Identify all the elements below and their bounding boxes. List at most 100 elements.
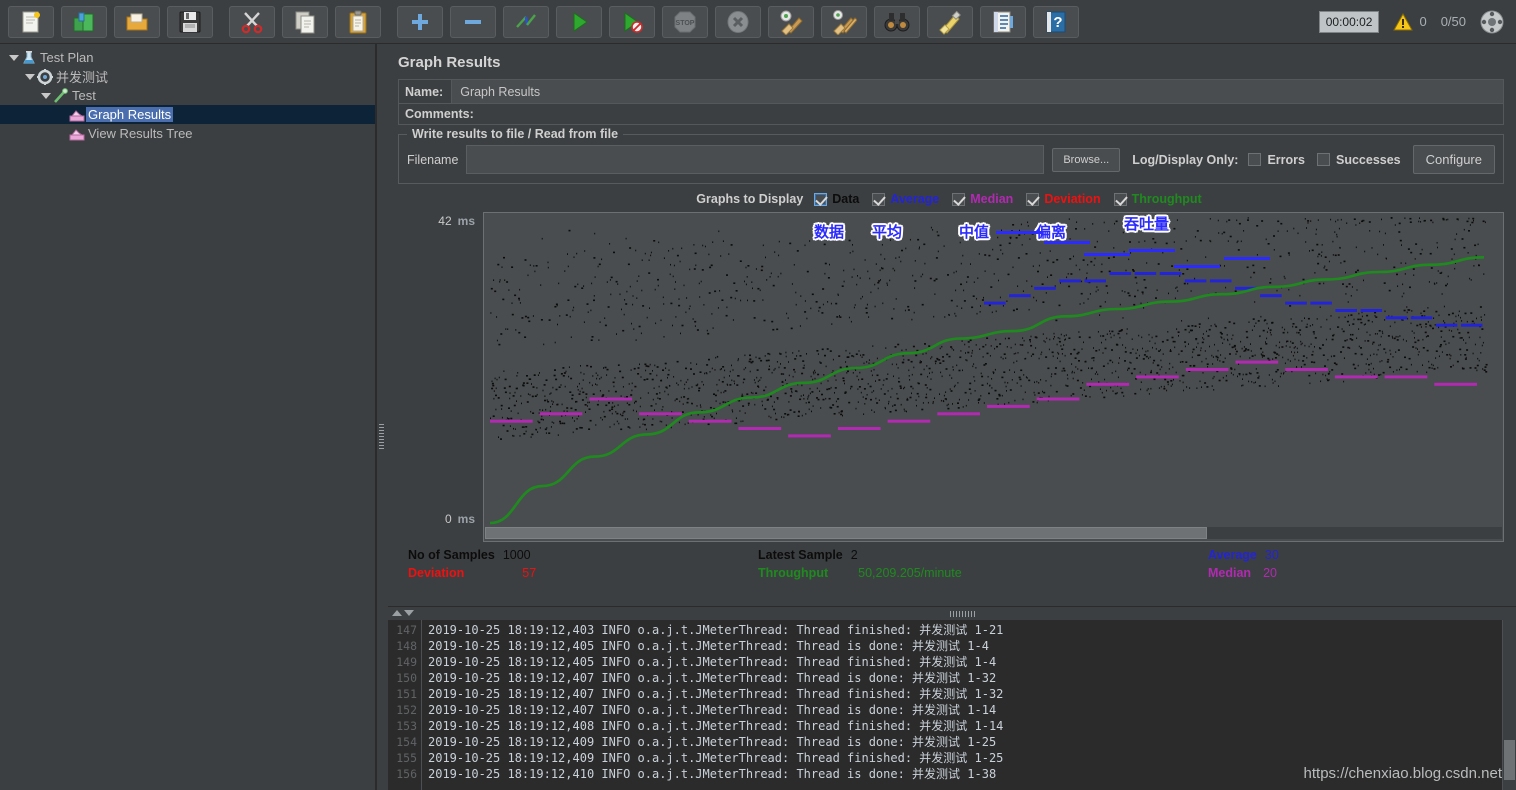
comments-input[interactable] [477, 104, 1503, 124]
tree-expand-arrow-icon[interactable] [22, 70, 36, 84]
expand-all-button[interactable] [397, 5, 443, 38]
graph-toggle-throughput[interactable]: Throughput [1113, 192, 1202, 206]
tree-expand-arrow-icon[interactable] [38, 89, 52, 103]
graph-toggle-label-median: Median [970, 192, 1014, 206]
splitter-grip [379, 424, 384, 450]
listener-icon [69, 128, 85, 140]
collapse-up-arrow-icon[interactable] [392, 610, 402, 616]
log-line: 2019-10-25 18:19:12,403 INFO o.a.j.t.JMe… [428, 623, 1004, 637]
connection-dots-icon[interactable] [1480, 10, 1504, 34]
tree-item-并发测试[interactable]: 并发测试 [0, 67, 375, 86]
templates-button[interactable] [61, 5, 107, 38]
checkbox-throughput[interactable] [1113, 192, 1127, 206]
configure-button[interactable]: Configure [1412, 145, 1495, 174]
tree-item-view-results-tree[interactable]: View Results Tree [0, 124, 375, 143]
open-button[interactable] [114, 5, 160, 38]
broom-gear-icon [780, 10, 803, 35]
stat-median: Median 20 [1208, 566, 1277, 580]
tree-item-graph-results[interactable]: Graph Results [0, 105, 375, 124]
start-button[interactable] [556, 5, 602, 38]
checkbox-median[interactable] [952, 192, 966, 206]
stop-button[interactable]: STOP [662, 5, 708, 38]
brush-icon [939, 10, 961, 35]
play-icon [573, 11, 588, 32]
annotation-underline [1174, 265, 1220, 268]
save-button[interactable] [167, 5, 213, 38]
collapse-down-arrow-icon[interactable] [404, 610, 414, 616]
open-folder-icon [126, 13, 148, 30]
clear-all-button[interactable] [821, 5, 867, 38]
checkbox-data[interactable] [814, 192, 828, 206]
warning-triangle-icon [1393, 12, 1414, 30]
tree-item-test[interactable]: Test [0, 86, 375, 105]
comments-row: Comments: [398, 103, 1504, 125]
log-line: 2019-10-25 18:19:12,407 INFO o.a.j.t.JMe… [428, 671, 997, 685]
tree-item-icon [68, 107, 86, 123]
collapse-all-button[interactable] [450, 5, 496, 38]
log-line: 2019-10-25 18:19:12,410 INFO o.a.j.t.JMe… [428, 767, 997, 781]
help-button[interactable]: ? [1033, 5, 1079, 38]
cut-button[interactable] [229, 5, 275, 38]
copy-button[interactable] [282, 5, 328, 38]
reset-search-button[interactable] [927, 5, 973, 38]
tree-item-icon [52, 87, 70, 104]
log-line: 2019-10-25 18:19:12,407 INFO o.a.j.t.JMe… [428, 703, 997, 717]
function-helper-button[interactable] [980, 5, 1026, 38]
checkbox-deviation[interactable] [1026, 192, 1040, 206]
graph-toggle-deviation[interactable]: Deviation [1026, 192, 1101, 206]
y-axis-min: 0 ms [445, 512, 475, 526]
toggle-icon [516, 13, 536, 28]
errors-label: Errors [1267, 152, 1305, 167]
warning-indicator[interactable]: 0 [1393, 12, 1427, 31]
average-value: 30 [1264, 548, 1279, 562]
graph-hscrollbar[interactable] [485, 527, 1502, 539]
new-button[interactable] [8, 5, 54, 38]
errors-checkbox[interactable] [1248, 153, 1262, 166]
play-no-pauses-icon [624, 11, 643, 33]
successes-checkbox[interactable] [1316, 153, 1330, 166]
vertical-splitter[interactable] [376, 44, 388, 790]
median-label: Median [1208, 566, 1252, 580]
name-input[interactable]: Graph Results [451, 80, 1503, 103]
browse-button[interactable]: Browse... [1052, 147, 1121, 172]
graph-toggle-label-deviation: Deviation [1044, 192, 1101, 206]
median-value: 20 [1263, 566, 1277, 580]
shutdown-button[interactable] [715, 5, 761, 38]
deviation-value: 57 [522, 566, 537, 580]
log-line: 2019-10-25 18:19:12,405 INFO o.a.j.t.JMe… [428, 639, 989, 653]
test-plan-tree[interactable]: Test Plan 并发测试 Test Graph Results View Resul… [0, 44, 376, 790]
name-label: Name: [399, 80, 452, 103]
comments-label: Comments: [405, 107, 474, 121]
checkbox-average[interactable] [872, 192, 886, 206]
log-vscrollbar-thumb[interactable] [1504, 740, 1515, 780]
paste-button[interactable] [335, 5, 381, 38]
toggle-button[interactable] [503, 5, 549, 38]
tree-expand-arrow-icon[interactable] [6, 51, 20, 65]
minus-icon [465, 19, 481, 24]
y-axis-max-value: 42 [438, 214, 452, 228]
tree-item-label: Graph Results [86, 107, 174, 122]
y-axis-min-unit: ms [457, 512, 475, 526]
graph-hscrollbar-thumb[interactable] [485, 527, 1208, 539]
log-line: 2019-10-25 18:19:12,407 INFO o.a.j.t.JMe… [428, 687, 1004, 701]
graphs-to-display-caption: Graphs to Display [696, 192, 804, 206]
list-notes-icon [993, 11, 1013, 32]
horizontal-splitter[interactable] [388, 606, 1516, 620]
tree-item-test-plan[interactable]: Test Plan [0, 48, 375, 67]
log-viewer[interactable]: 147 148 149 150 151 152 153 154 155 156 2019-10-2… [388, 620, 1516, 790]
graph-toggle-average[interactable]: Average [872, 192, 939, 206]
start-no-pauses-button[interactable] [609, 5, 655, 38]
graph-toggle-median[interactable]: Median [952, 192, 1013, 206]
deviation-label: Deviation [408, 566, 465, 580]
log-text: 2019-10-25 18:19:12,403 INFO o.a.j.t.JMe… [422, 620, 1516, 790]
graph-plot[interactable]: 数据 平均 中值 偏离 吞吐量 [483, 212, 1504, 542]
element-form: Name: Graph Results Comments: [388, 79, 1516, 125]
annotation-underline [1129, 249, 1175, 252]
splitter-arrows[interactable] [392, 610, 414, 616]
clear-button[interactable] [768, 5, 814, 38]
log-line: 2019-10-25 18:19:12,409 INFO o.a.j.t.JMe… [428, 751, 1004, 765]
log-vscrollbar[interactable] [1502, 620, 1516, 790]
search-button[interactable] [874, 5, 920, 38]
graph-toggle-data[interactable]: Data [814, 192, 859, 206]
filename-input[interactable] [466, 145, 1045, 174]
